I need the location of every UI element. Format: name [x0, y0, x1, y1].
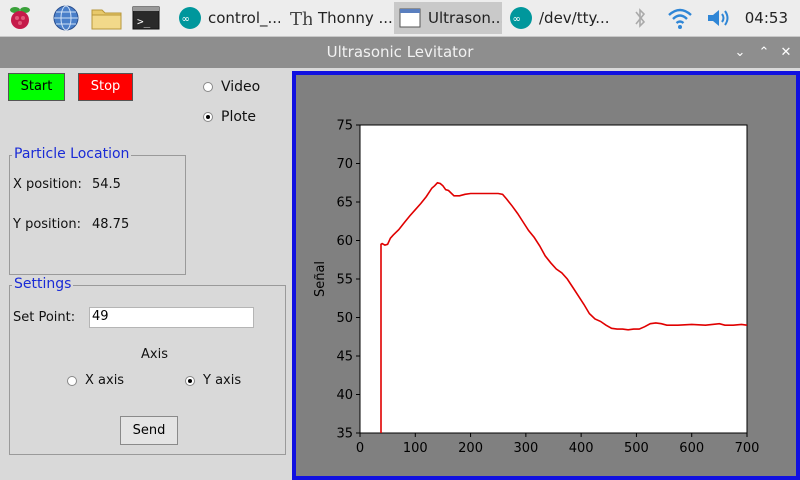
- x-tick-label: 500: [624, 441, 649, 456]
- svg-text:>_: >_: [137, 15, 151, 28]
- thonny-icon: Th: [290, 9, 312, 30]
- svg-text:Th: Th: [290, 9, 312, 30]
- send-button[interactable]: Send: [120, 416, 178, 445]
- raspberry-menu-icon[interactable]: [6, 4, 34, 32]
- volume-icon[interactable]: [704, 4, 732, 32]
- y-tick-label: 60: [336, 234, 353, 249]
- plot-panel: 35 40 45 50 55 60 65 70 75 0 100 200 300 400 500 600 70…: [292, 71, 800, 480]
- arduino-icon: ∞: [510, 7, 532, 29]
- mode-video-radio[interactable]: Video: [203, 79, 260, 95]
- mode-plot-radio[interactable]: Plote: [203, 109, 256, 125]
- y-axis-title: Señal: [313, 261, 328, 297]
- taskbar: >_ ∞ control_... Th Thonny ... Ultrason.…: [0, 0, 800, 37]
- arduino-icon: ∞: [179, 7, 201, 29]
- x-position-label: X position:: [13, 177, 82, 192]
- y-tick-label: 40: [336, 388, 353, 403]
- close-icon[interactable]: ✕: [776, 37, 796, 68]
- task-ultrasonic[interactable]: Ultrason...: [394, 2, 502, 34]
- particle-location-group: [9, 155, 186, 275]
- radio-video[interactable]: [203, 82, 213, 92]
- settings-title: Settings: [12, 276, 74, 292]
- y-tick-label: 50: [336, 311, 353, 326]
- y-tick-label: 65: [336, 196, 353, 211]
- browser-globe-icon[interactable]: [52, 4, 80, 32]
- axis-label: Axis: [141, 347, 168, 362]
- task-label: control_...: [208, 9, 280, 27]
- task-label: Ultrason...: [428, 9, 502, 27]
- radio-x-axis[interactable]: [67, 375, 77, 386]
- y-axis-label: Y axis: [203, 373, 242, 388]
- file-manager-folder-icon[interactable]: [90, 4, 124, 32]
- y-position-value: 48.75: [92, 217, 130, 232]
- svg-text:∞: ∞: [182, 14, 190, 25]
- y-tick-label: 35: [336, 427, 353, 442]
- terminal-icon[interactable]: >_: [132, 4, 160, 32]
- mode-plot-label: Plote: [221, 109, 256, 125]
- mode-video-label: Video: [221, 79, 261, 95]
- x-tick-label: 100: [403, 441, 428, 456]
- task-thonny[interactable]: Th Thonny ...: [284, 2, 392, 34]
- plot-area: [359, 124, 748, 434]
- setpoint-input[interactable]: 49: [89, 307, 254, 328]
- x-axis-label: X axis: [85, 373, 125, 388]
- y-axis-radio[interactable]: Y axis: [185, 373, 241, 388]
- task-control[interactable]: ∞ control_...: [174, 2, 280, 34]
- setpoint-label: Set Point:: [13, 310, 76, 325]
- y-tick-label: 55: [336, 273, 353, 288]
- particle-location-title: Particle Location: [12, 146, 132, 162]
- window-icon: [399, 8, 421, 28]
- x-position-value: 54.5: [92, 177, 121, 192]
- x-axis-radio[interactable]: X axis: [67, 373, 124, 388]
- window-title: Ultrasonic Levitator: [326, 43, 474, 61]
- task-dev-tty[interactable]: ∞ /dev/tty...: [505, 2, 613, 34]
- y-tick-label: 75: [336, 119, 353, 134]
- radio-y-axis[interactable]: [185, 375, 195, 386]
- x-tick-label: 600: [679, 441, 704, 456]
- x-tick-label: 200: [458, 441, 483, 456]
- x-tick-label: 400: [569, 441, 594, 456]
- task-label: Thonny ...: [318, 9, 392, 27]
- window-titlebar[interactable]: Ultrasonic Levitator ⌄ ⌃ ✕: [0, 37, 800, 68]
- maximize-icon[interactable]: ⌃: [754, 37, 774, 68]
- start-button[interactable]: Start: [8, 73, 65, 101]
- x-tick-label: 700: [735, 441, 760, 456]
- y-tick-label: 70: [336, 157, 353, 172]
- svg-text:∞: ∞: [513, 14, 521, 25]
- x-tick-label: 300: [513, 441, 538, 456]
- clock: 04:53: [744, 9, 788, 27]
- x-tick-label: 0: [356, 441, 364, 456]
- signal-chart: 35 40 45 50 55 60 65 70 75 0 100 200 300 400 500 600 70…: [313, 119, 760, 457]
- y-position-label: Y position:: [13, 217, 81, 232]
- stop-button[interactable]: Stop: [78, 73, 133, 101]
- y-tick-label: 45: [336, 350, 353, 365]
- task-label: /dev/tty...: [539, 9, 610, 27]
- wifi-icon[interactable]: [666, 4, 694, 32]
- minimize-icon[interactable]: ⌄: [730, 37, 750, 68]
- radio-plot[interactable]: [203, 112, 213, 122]
- bluetooth-icon[interactable]: [630, 4, 650, 32]
